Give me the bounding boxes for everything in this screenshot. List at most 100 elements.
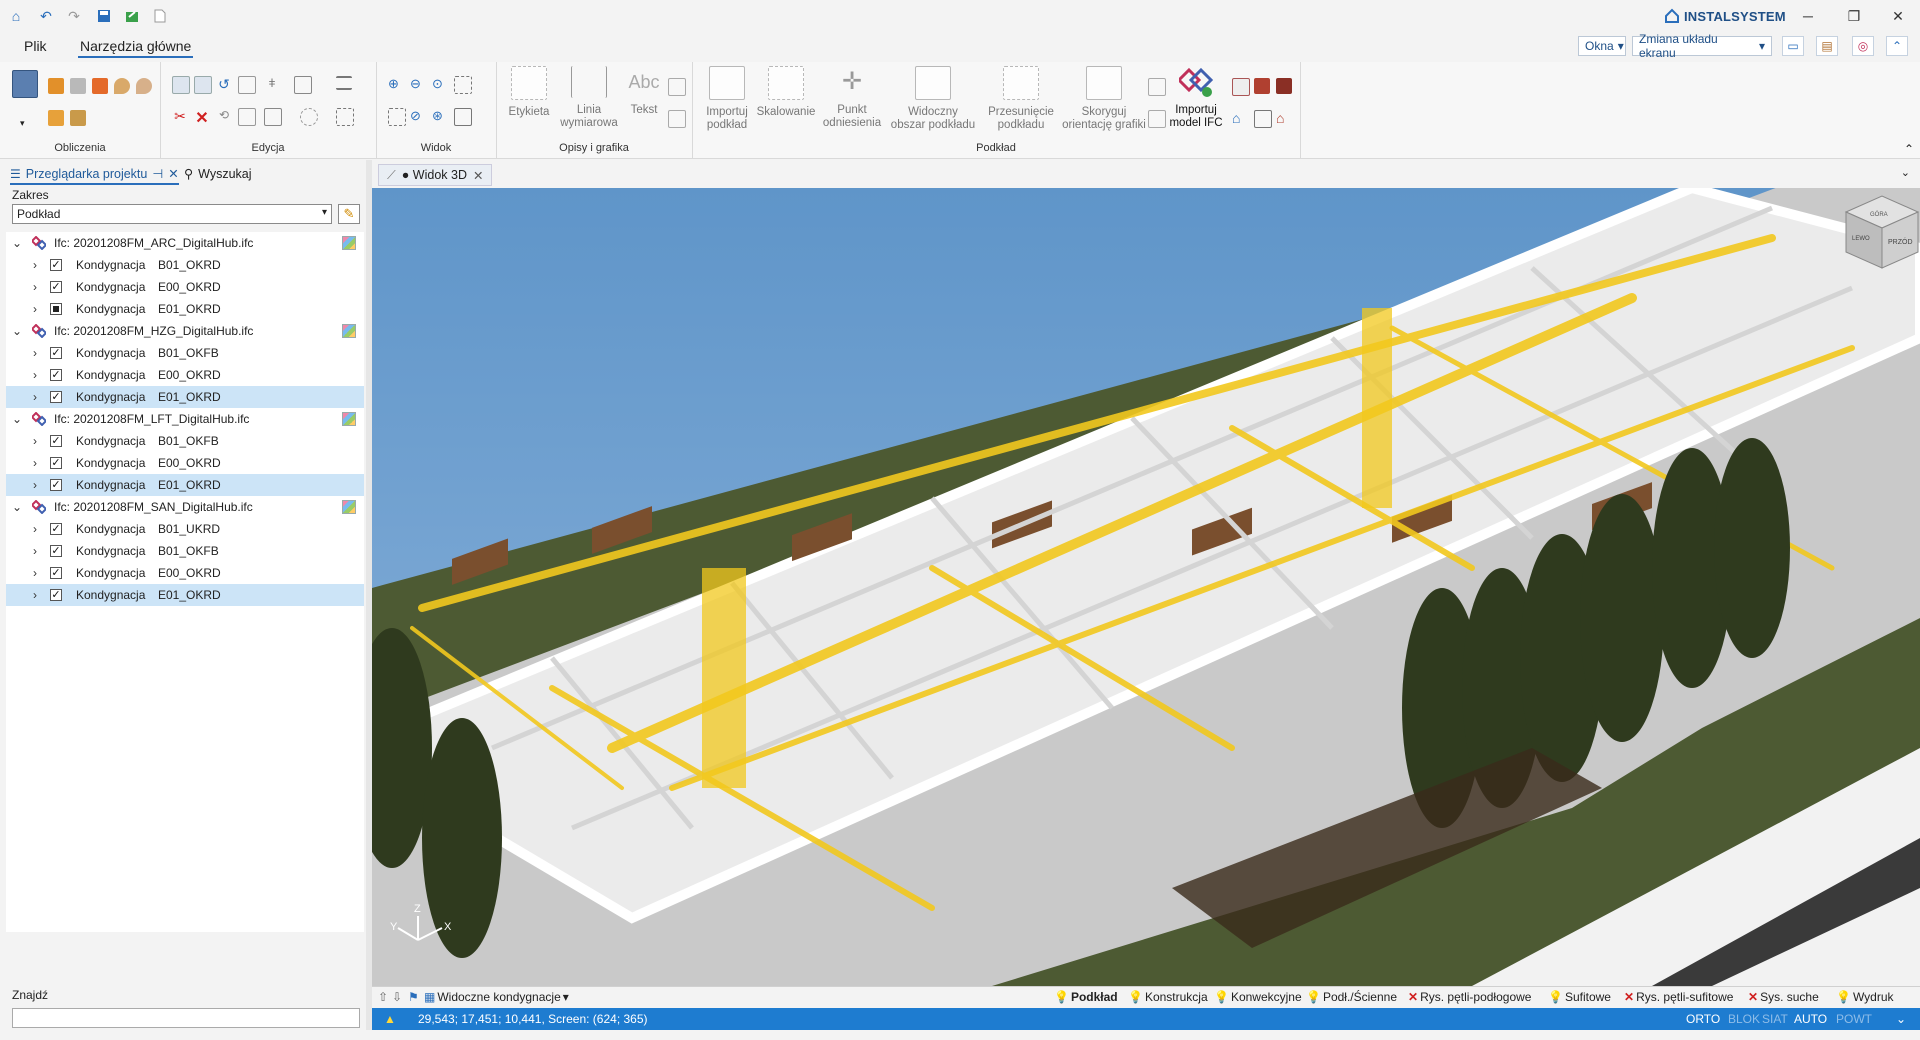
zoom-all-icon[interactable] [388,108,406,126]
scaling-button[interactable]: Skalowanie [754,66,818,119]
boiler-icon[interactable] [48,78,64,94]
layers-icon[interactable] [1148,78,1166,96]
chevron-down-icon[interactable]: ⌄ [10,236,24,250]
level-checkbox[interactable]: ✓ [50,457,62,469]
tree-file-row[interactable]: ⌄ Ifc: 20201208FM_ARC_DigitalHub.ifc [6,232,364,254]
mode-toggle[interactable]: SIAT [1762,1012,1788,1026]
new-document-icon[interactable] [150,6,170,26]
tree-level-row[interactable]: › ✓ Kondygnacja E00_OKRD [6,562,364,584]
building-icon[interactable]: ⌂ [1232,110,1248,126]
sheet-icon[interactable] [48,110,64,126]
color-palette-icon[interactable] [342,412,356,426]
arrow-down-icon[interactable]: ⇩ [392,990,402,1004]
tree-level-row[interactable]: › Kondygnacja E01_OKRD [6,298,364,320]
tree-level-row[interactable]: › ✓ Kondygnacja E01_OKRD [6,584,364,606]
level-checkbox[interactable]: ✓ [50,479,62,491]
3d-viewport[interactable]: GÓRA LEWO PRZÓD Z Y X [372,188,1920,986]
menu-tab-plik[interactable]: Plik [22,38,49,54]
layer-toggle[interactable]: 💡 Sufitowe [1548,990,1611,1004]
calculator-icon[interactable] [12,70,38,98]
export-icon[interactable] [122,6,142,26]
tree-level-row[interactable]: › ✓ Kondygnacja B01_UKRD [6,518,364,540]
collapse-ribbon-icon[interactable]: ⌃ [1886,36,1908,56]
level-checkbox[interactable]: ✓ [50,391,62,403]
layer-toggle[interactable]: 💡 Podł./Ścienne [1306,990,1397,1004]
chevron-right-icon[interactable]: › [28,368,42,382]
chevron-down-icon[interactable]: ⌄ [1901,166,1910,179]
tree-level-row[interactable]: › ✓ Kondygnacja E01_OKRD [6,386,364,408]
layer-toggle[interactable]: ✕ Rys. pętli-podłogowe [1408,990,1531,1004]
zoom-extents-icon[interactable] [454,76,472,94]
tree-level-row[interactable]: › ✓ Kondygnacja E01_OKRD [6,474,364,496]
wall-icon[interactable] [1232,78,1250,96]
color-palette-icon[interactable] [342,236,356,250]
grid-icon[interactable] [238,108,256,126]
level-checkbox[interactable] [50,303,62,315]
mode-toggle[interactable]: BLOK [1728,1012,1760,1026]
layer-toggle[interactable]: ✕ Sys. suche [1748,990,1819,1004]
heat-source-icon[interactable] [92,78,108,94]
tab-project-browser[interactable]: ☰ Przeglądarka projektu ⊣ ✕ [10,166,179,185]
home-icon[interactable]: ⌂ [6,6,26,26]
minimize-button[interactable]: ─ [1788,4,1828,28]
redo-icon[interactable]: ↷ [64,6,84,26]
text-button[interactable]: Abc Tekst [626,66,662,117]
dimension-line-button[interactable]: Linia wymiarowa [558,66,620,130]
array-icon[interactable] [294,76,312,94]
import-underlay-button[interactable]: Importuj podkład [702,66,752,132]
import-ifc-button[interactable]: Importuj model IFC [1166,66,1226,130]
layers-alt-icon[interactable] [1148,110,1166,128]
level-checkbox[interactable]: ✓ [50,281,62,293]
zoom-out-icon[interactable]: ⊖ [410,76,426,92]
insert-icon[interactable] [264,108,282,126]
tree-level-row[interactable]: › ✓ Kondygnacja E00_OKRD [6,452,364,474]
chevron-down-icon[interactable]: ⌄ [1896,1012,1906,1026]
cut-icon[interactable]: ✂ [172,108,188,124]
level-checkbox[interactable]: ✓ [50,589,62,601]
mode-toggle[interactable]: ORTO [1686,1012,1720,1026]
printer-icon[interactable]: ▤ [1816,36,1838,56]
tab-view-3d[interactable]: ⟋ ● Widok 3D ✕ [378,164,493,186]
chevron-right-icon[interactable]: › [28,390,42,404]
tree-level-row[interactable]: › ✓ Kondygnacja E00_OKRD [6,364,364,386]
chevron-right-icon[interactable]: › [28,346,42,360]
layer-toggle[interactable]: 💡 Konwekcyjne [1214,990,1302,1004]
undo-icon[interactable]: ↶ [36,6,56,26]
chevron-right-icon[interactable]: › [28,478,42,492]
mode-toggle[interactable]: POWT [1836,1012,1872,1026]
reference-point-button[interactable]: ✛ Punkt odniesienia [820,66,884,130]
zoom-previous-icon[interactable]: ⊘ [410,108,426,124]
drop-orange-icon[interactable] [136,78,152,94]
paste-icon[interactable] [194,76,212,94]
selection-box-icon[interactable] [336,108,354,126]
view-cube[interactable]: GÓRA LEWO PRZÓD [1844,195,1920,269]
screen-icon[interactable]: ▭ [1782,36,1804,56]
pin-icon[interactable]: ⊣ [152,166,163,181]
tree-level-row[interactable]: › ✓ Kondygnacja E00_OKRD [6,276,364,298]
layers-toggle-icon[interactable]: ⚑ [408,990,419,1004]
ifc-logo-icon[interactable]: ◎ [1852,36,1874,56]
select-icon[interactable] [300,108,318,126]
restore-button[interactable]: ❐ [1834,4,1874,28]
tree-file-row[interactable]: ⌄ Ifc: 20201208FM_SAN_DigitalHub.ifc [6,496,364,518]
tree-level-row[interactable]: › ✓ Kondygnacja B01_OKFB [6,342,364,364]
close-button[interactable]: ✕ [1878,4,1918,28]
chevron-down-icon[interactable]: ▾ [20,118,25,129]
chevron-right-icon[interactable]: › [28,280,42,294]
layout-dropdown[interactable]: Zmiana układu ekranu ▾ [1632,32,1772,60]
structure-icon[interactable] [1254,110,1272,128]
tree-level-row[interactable]: › ✓ Kondygnacja B01_OKRD [6,254,364,276]
arrow-up-icon[interactable]: ⇧ [378,990,388,1004]
table-icon[interactable] [668,110,686,128]
chevron-down-icon[interactable]: ⌄ [10,412,24,426]
chevron-right-icon[interactable]: › [28,434,42,448]
edit-scope-button[interactable]: ✎ [338,204,360,224]
label-button[interactable]: Etykieta [506,66,552,119]
tree-level-row[interactable]: › ✓ Kondygnacja B01_OKFB [6,430,364,452]
chevron-right-icon[interactable]: › [28,566,42,580]
radiator-icon[interactable] [70,78,86,94]
layer-toggle[interactable]: 💡 Konstrukcja [1128,990,1208,1004]
layer-toggle[interactable]: 💡 Podkład [1054,990,1118,1004]
warning-icon[interactable]: ▲ [384,1012,396,1026]
folder-icon[interactable] [70,110,86,126]
